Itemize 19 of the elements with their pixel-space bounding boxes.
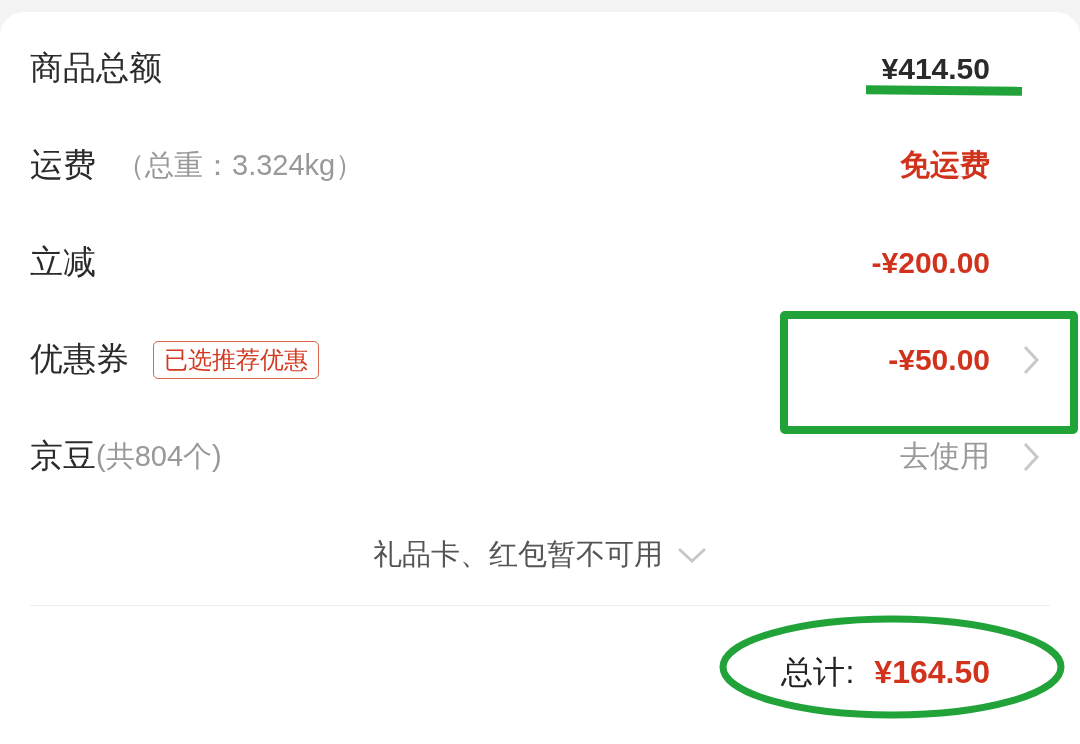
- row-label: 商品总额: [30, 48, 162, 88]
- chevron-right-icon: [1022, 344, 1040, 375]
- total-value: ¥164.50: [874, 654, 990, 691]
- row-value: 免运费: [900, 147, 990, 183]
- row-note: (共804个): [96, 438, 222, 474]
- chevron-right-icon: [1022, 441, 1040, 472]
- row-label: 立减: [30, 242, 96, 282]
- chevron-down-icon: [677, 546, 707, 564]
- row-value[interactable]: -¥50.00: [888, 342, 990, 377]
- row-value[interactable]: 去使用: [900, 436, 990, 477]
- row-label: 优惠券: [30, 339, 129, 379]
- row-value: ¥414.50: [881, 51, 990, 86]
- row-value: -¥200.00: [871, 245, 990, 280]
- row-label: 京豆: [30, 436, 96, 476]
- coupon-badge: 已选推荐优惠: [153, 340, 319, 379]
- row-note: （总重：3.324kg）: [116, 147, 365, 183]
- row-label: 运费: [30, 145, 96, 185]
- notice-text[interactable]: 礼品卡、红包暂不可用: [373, 535, 663, 575]
- total-label: 总计:: [781, 653, 855, 692]
